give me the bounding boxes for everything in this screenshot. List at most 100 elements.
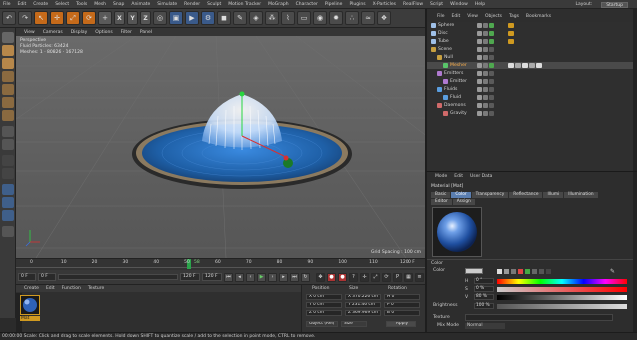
object-name[interactable]: Gravity [450,110,467,117]
scale-button[interactable]: ⤢ [66,11,80,25]
material-tag-icon[interactable] [508,23,514,28]
light-button[interactable]: ✹ [329,11,343,25]
visibility-dot-icon[interactable] [483,39,488,44]
soft-selection-button[interactable] [2,210,14,221]
object-name[interactable]: Tube [438,38,449,45]
preview-max-field[interactable]: 120 F [180,273,200,281]
enable-check-icon[interactable] [489,79,494,84]
menu-mograph[interactable]: MoGraph [268,2,288,7]
visibility-dot-icon[interactable] [477,23,482,28]
menu-script[interactable]: Script [430,2,443,7]
size-mode-select[interactable]: Size [341,321,367,327]
visibility-dot-icon[interactable] [477,55,482,60]
render-view-button[interactable]: ▣ [169,11,183,25]
timeline-menu-button[interactable]: ≡ [415,272,424,282]
tab-assign[interactable]: Assign [452,199,475,205]
object-name[interactable]: Emitters [444,70,463,77]
deformer-button[interactable]: ⌇ [281,11,295,25]
object-name[interactable]: Emitter [450,78,467,85]
apply-button[interactable]: Apply [386,321,416,327]
edges-mode-button[interactable] [2,97,14,108]
tab-color[interactable]: Color [451,192,471,198]
rotation-b-field[interactable]: B 0 ° [384,310,420,316]
visibility-dot-icon[interactable] [483,55,488,60]
size-x-field[interactable]: X 370.226 cm [345,294,381,300]
model-mode-button[interactable] [2,45,14,56]
redo-button[interactable]: ↷ [18,11,32,25]
object-row[interactable]: Emitters [427,70,637,77]
object-menu-file[interactable]: File [437,14,445,19]
recent-tools-button[interactable]: + [98,11,112,25]
eyedropper-icon[interactable]: ✎ [610,268,615,275]
visibility-dot-icon[interactable] [477,63,482,68]
material-tag-icon[interactable] [508,31,514,36]
rgb-icon[interactable] [518,269,523,274]
position-key-button[interactable]: ✛ [360,272,369,282]
mixer-icon[interactable] [539,269,544,274]
object-row[interactable]: Scene [427,46,637,53]
hue-slider[interactable] [497,278,627,284]
enable-check-icon[interactable] [489,39,494,44]
move-key-button[interactable]: ✥ [316,272,325,282]
attribute-menu-mode[interactable]: Mode [435,174,447,179]
attribute-menu-user-data[interactable]: User Data [470,174,492,179]
value-field[interactable]: 80 % [474,294,494,300]
workplane-mode-button[interactable] [2,71,14,82]
enable-check-icon[interactable] [489,55,494,60]
position-z-field[interactable]: Z 0 cm [306,310,342,316]
object-menu-edit[interactable]: Edit [452,14,461,19]
tweak-mode-button[interactable] [2,139,14,150]
mix-mode-select[interactable]: Normal [465,323,505,329]
checker-tag-icon[interactable] [529,63,535,68]
tab-illumination[interactable]: Illumination [564,192,598,198]
material-menu-create[interactable]: Create [24,286,39,291]
material-menu-texture[interactable]: Texture [88,286,104,291]
checker-tag-icon[interactable] [522,63,528,68]
object-name[interactable]: Scene [438,46,452,53]
menu-character[interactable]: Character [296,2,318,7]
enable-check-icon[interactable] [489,95,494,100]
object-row[interactable]: Disc [427,30,637,37]
swatches-icon[interactable] [546,269,551,274]
polygons-mode-button[interactable] [2,110,14,121]
menu-x-particles[interactable]: X-Particles [373,2,396,7]
tab-basic[interactable]: Basic [431,192,451,198]
cube-button[interactable]: ◼ [217,11,231,25]
menu-simulate[interactable]: Simulate [157,2,177,7]
object-name[interactable]: Sphere [438,22,454,29]
checker-tag-icon[interactable] [536,63,542,68]
menu-plugins[interactable]: Plugins [349,2,365,7]
x-axis-button[interactable]: X [114,11,125,25]
object-name[interactable]: Fluid [450,94,461,101]
visibility-dot-icon[interactable] [477,103,482,108]
menu-render[interactable]: Render [184,2,200,7]
tab-editor[interactable]: Editor [431,199,452,205]
menu-snap[interactable]: Snap [113,2,124,7]
menu-realflow[interactable]: RealFlow [403,2,423,7]
size-y-field[interactable]: Y 231.46 cm [345,302,381,308]
menu-tools[interactable]: Tools [76,2,87,7]
visibility-dot-icon[interactable] [483,103,488,108]
visibility-dot-icon[interactable] [477,79,482,84]
camera-button[interactable]: ◉ [313,11,327,25]
menu-edit[interactable]: Edit [18,2,27,7]
preview-min-field[interactable]: 0 F [38,273,56,281]
viewport-menu-view[interactable]: View [24,30,35,35]
visibility-dot-icon[interactable] [483,79,488,84]
realflow-button[interactable]: ≈ [361,11,375,25]
visibility-dot-icon[interactable] [483,95,488,100]
object-menu-tags[interactable]: Tags [509,14,519,19]
object-row[interactable]: Sphere [427,22,637,29]
pla-key-button[interactable]: ▦ [404,272,413,282]
coordinate-mode-select[interactable]: Object (Rel) [306,321,338,327]
object-name[interactable]: Fluids [444,86,457,93]
object-menu-objects[interactable]: Objects [485,14,502,19]
material-menu-function[interactable]: Function [62,286,81,291]
object-name[interactable]: Disc [438,30,448,37]
script-button[interactable]: ❖ [377,11,391,25]
prev-key-button[interactable]: ◂ [235,272,244,282]
tab-transparency[interactable]: Transparency [471,192,509,198]
material-menu-edit[interactable]: Edit [46,286,55,291]
menu-file[interactable]: File [3,2,11,7]
go-to-end-button[interactable]: ⏭ [290,272,299,282]
